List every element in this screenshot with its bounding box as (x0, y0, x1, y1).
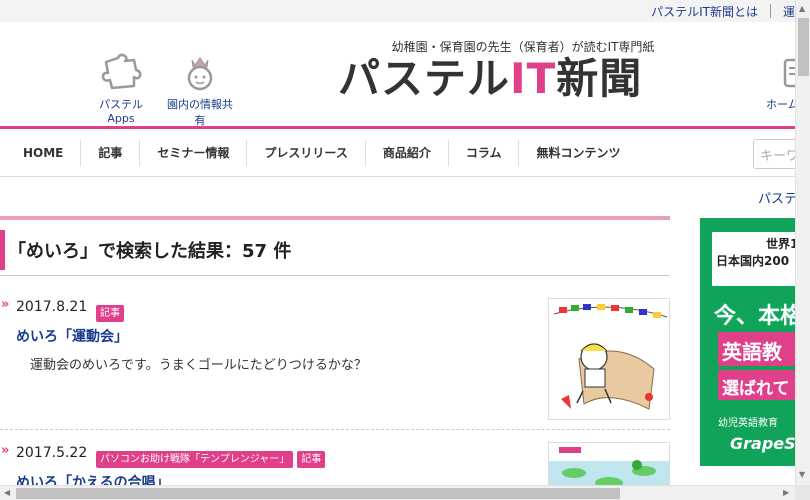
next-link[interactable]: 運 (783, 3, 795, 20)
results-heading: 「めいろ」で検索した結果：57 件 (8, 241, 292, 262)
article-date: 2017.5.22 (16, 445, 88, 461)
divider (769, 4, 771, 18)
share-link[interactable]: 園内の情報共有 (164, 52, 236, 128)
chevron-right-icon: » (1, 443, 10, 458)
apps-link[interactable]: パステルApps (86, 52, 156, 125)
site-logo[interactable]: 幼稚園・保育園の先生（保育者）が読むIT専門紙 パステルIT新聞 (338, 38, 668, 101)
ad-caption: 幼児英語教育 (718, 418, 778, 429)
badge-group: 記事 (96, 301, 128, 322)
share-label: 園内の情報共有 (167, 98, 233, 127)
article-thumbnail[interactable] (548, 298, 670, 420)
ad-top-line-1: 世界1 (766, 237, 795, 251)
nav-item-home[interactable]: HOME (6, 140, 82, 166)
main-nav: HOME 記事 セミナー情報 プレスリリース 商品紹介 コラム 無料コンテンツ … (0, 129, 803, 177)
horizontal-scroll-thumb[interactable] (16, 488, 620, 499)
vertical-scrollbar[interactable]: ▲ ▼ (795, 0, 810, 485)
category-badge[interactable]: 記事 (96, 305, 124, 322)
ad-banner[interactable]: 世界1 日本国内200 今、本格 英語教 選ばれて 幼児英語教育 GrapeS (700, 218, 795, 466)
article-date: 2017.8.21 (16, 299, 88, 315)
category-badge[interactable]: 記事 (297, 451, 326, 468)
ad-headline-3: 選ばれて (718, 370, 795, 400)
logo-part-3: 新聞 (556, 54, 643, 103)
nav-item-seminars[interactable]: セミナー情報 (140, 140, 248, 166)
series-badge[interactable]: パソコンお助け戦隊「テンプレンジャー」 (96, 451, 294, 468)
nav-item-free-content[interactable]: 無料コンテンツ (519, 140, 637, 166)
site-header: パステルApps 園内の情報共有 幼稚園・保育園の先生（保育者）が読むIT専門紙… (0, 22, 801, 128)
scroll-down-icon[interactable]: ▼ (799, 470, 805, 479)
scroll-up-icon[interactable]: ▲ (799, 4, 805, 13)
ad-brand: GrapeS (730, 434, 795, 453)
scroll-left-icon[interactable]: ◀ (4, 488, 10, 497)
scrollbar-corner (795, 485, 810, 500)
maze-illustration-icon (553, 304, 668, 410)
sidebar-link[interactable]: パステ (758, 188, 797, 207)
nav-item-press-releases[interactable]: プレスリリース (247, 140, 366, 166)
top-link-bar: パステルIT新聞とは 運 (0, 0, 795, 22)
heading-accent-bar (0, 230, 5, 270)
logo-tagline: 幼稚園・保育園の先生（保育者）が読むIT専門紙 (391, 40, 655, 54)
nav-item-products[interactable]: 商品紹介 (366, 140, 449, 166)
ad-headline: 今、本格 (714, 304, 795, 329)
logo-part-1: パステル (338, 54, 511, 103)
ad-top-line-2: 日本国内200 (716, 254, 790, 268)
home-label: ホーム (766, 98, 799, 111)
badge-group: パソコンお助け戦隊「テンプレンジャー」 記事 (96, 447, 329, 468)
article-excerpt: 運動会のめいろです。うまくゴールにたどりつけるかな？ (30, 358, 367, 373)
nav-item-columns[interactable]: コラム (449, 140, 520, 166)
logo-part-2: IT (510, 54, 557, 103)
list-item: » 2017.8.21 記事 めいろ「運動会」 運動会のめいろです。うまくゴール… (0, 294, 670, 430)
vertical-scroll-thumb[interactable] (798, 18, 809, 76)
logo-title: パステルIT新聞 (338, 57, 668, 101)
puzzle-icon (101, 53, 142, 90)
about-link[interactable]: パステルIT新聞とは (651, 3, 758, 20)
article-title[interactable]: めいろ「運動会」 (16, 326, 128, 346)
horizontal-scrollbar[interactable]: ◀ ▶ (0, 485, 795, 500)
apps-label: パステルApps (99, 98, 143, 125)
top-links: パステルIT新聞とは 運 (651, 3, 795, 20)
nav-item-articles[interactable]: 記事 (81, 140, 141, 166)
ad-headline-2: 英語教 (718, 332, 795, 366)
results-header: 「めいろ」で検索した結果：57 件 (0, 216, 670, 276)
ad-top-box: 世界1 日本国内200 (712, 232, 795, 286)
chevron-right-icon: » (1, 297, 10, 312)
scroll-right-icon[interactable]: ▶ (783, 488, 789, 497)
crown-face-icon (187, 57, 213, 91)
